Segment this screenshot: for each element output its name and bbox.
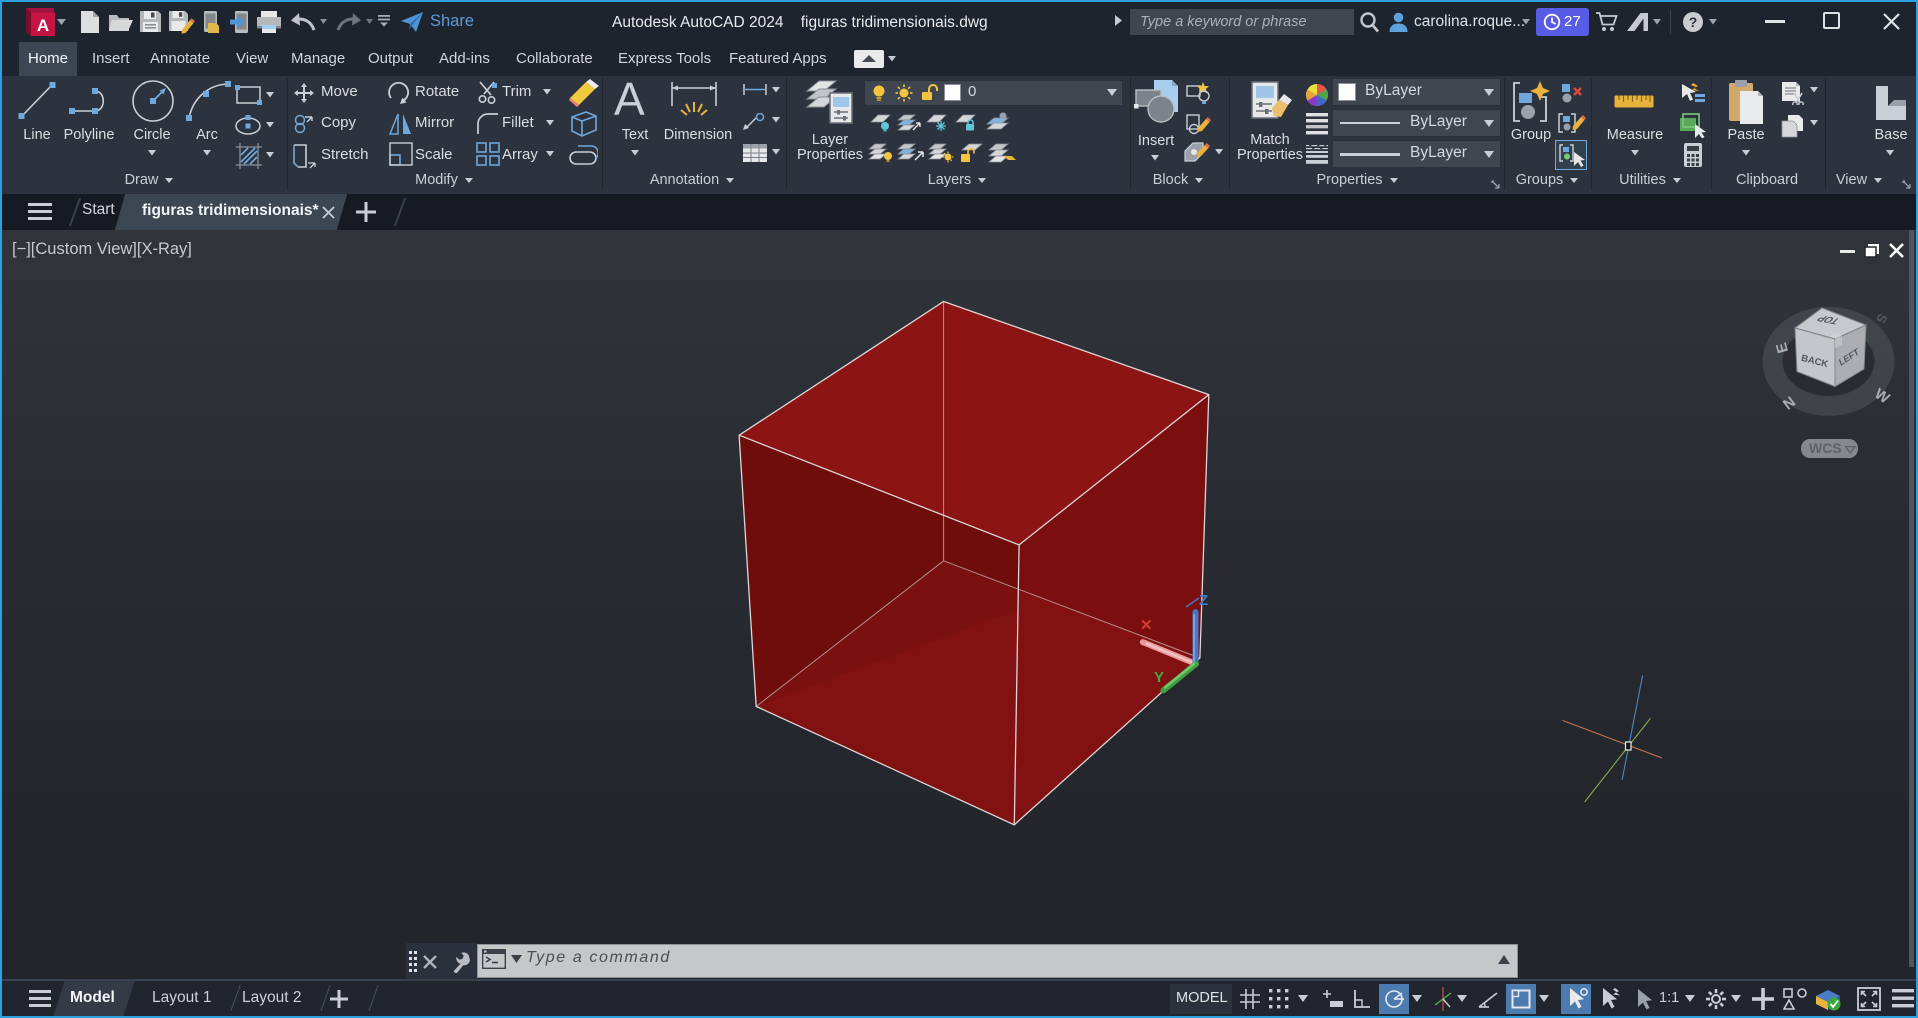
svg-text:Z: Z (1199, 592, 1208, 609)
svg-text:✕: ✕ (1140, 617, 1153, 634)
svg-text:A: A (37, 16, 49, 35)
svg-text:Y: Y (1154, 669, 1164, 686)
svg-text:?: ? (1689, 14, 1698, 30)
